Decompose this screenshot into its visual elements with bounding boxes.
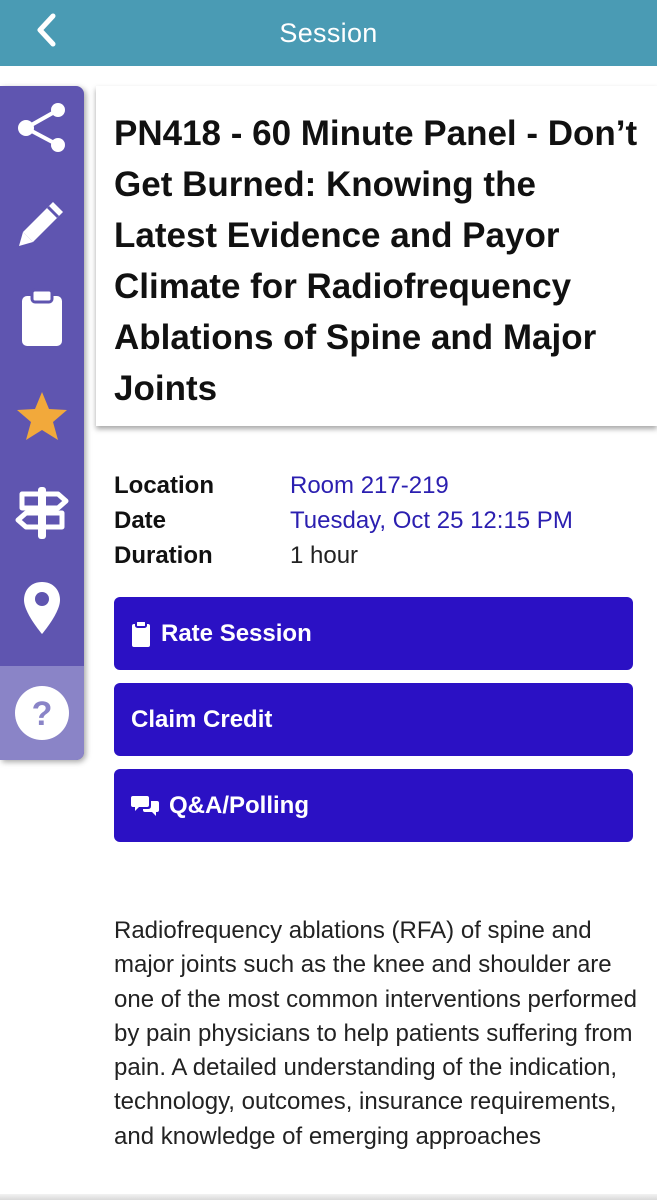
chevron-left-icon: [37, 13, 56, 47]
qa-polling-label: Q&A/Polling: [169, 791, 309, 819]
share-icon: [18, 103, 65, 152]
map-button[interactable]: [0, 567, 84, 649]
duration-value: 1 hour: [290, 541, 359, 569]
location-label: Location: [114, 471, 214, 499]
svg-text:?: ?: [32, 695, 53, 733]
session-title-card: PN418 - 60 Minute Panel - Don’t Get Burn…: [96, 86, 657, 426]
location-link[interactable]: Room 217-219: [290, 472, 449, 500]
date-label: Date: [114, 506, 167, 534]
session-screen: Session ? PN418 - 60 Minute Panel - Don’…: [0, 0, 657, 1200]
survey-button[interactable]: [0, 277, 84, 359]
session-title: PN418 - 60 Minute Panel - Don’t Get Burn…: [114, 114, 638, 408]
session-description: Radiofrequency ablations (RFA) of spine …: [114, 917, 637, 1150]
chat-bubbles-icon: [131, 793, 159, 819]
date-row: Date Tuesday, Oct 25 12:15 PM: [114, 503, 634, 538]
help-icon: ?: [15, 686, 69, 740]
nav-bar: Session: [0, 0, 657, 66]
session-details: Location Room 217-219 Date Tuesday, Oct …: [114, 468, 634, 573]
pencil-icon: [19, 202, 63, 246]
qa-polling-button[interactable]: Q&A/Polling: [114, 769, 633, 842]
signpost-icon: [15, 487, 69, 539]
notes-button[interactable]: [0, 182, 84, 264]
duration-row: Duration 1 hour: [114, 538, 634, 573]
map-pin-icon: [24, 582, 60, 634]
directions-button[interactable]: [0, 472, 84, 554]
help-button[interactable]: ?: [0, 666, 84, 760]
side-icon-rail: ?: [0, 86, 84, 760]
star-icon: [17, 392, 67, 440]
nav-title: Session: [279, 17, 378, 48]
bottom-divider: [0, 1194, 657, 1200]
duration-label: Duration: [114, 541, 213, 569]
favorite-button[interactable]: [0, 376, 84, 458]
clipboard-icon: [22, 288, 62, 346]
location-row: Location Room 217-219: [114, 468, 634, 503]
back-button[interactable]: [26, 10, 66, 50]
rate-session-label: Rate Session: [161, 619, 312, 647]
clipboard-icon: [131, 619, 151, 648]
date-link[interactable]: Tuesday, Oct 25 12:15 PM: [290, 507, 573, 535]
rate-session-button[interactable]: Rate Session: [114, 597, 633, 670]
claim-credit-button[interactable]: Claim Credit: [114, 683, 633, 756]
claim-credit-label: Claim Credit: [131, 705, 273, 733]
share-button[interactable]: [0, 86, 84, 168]
